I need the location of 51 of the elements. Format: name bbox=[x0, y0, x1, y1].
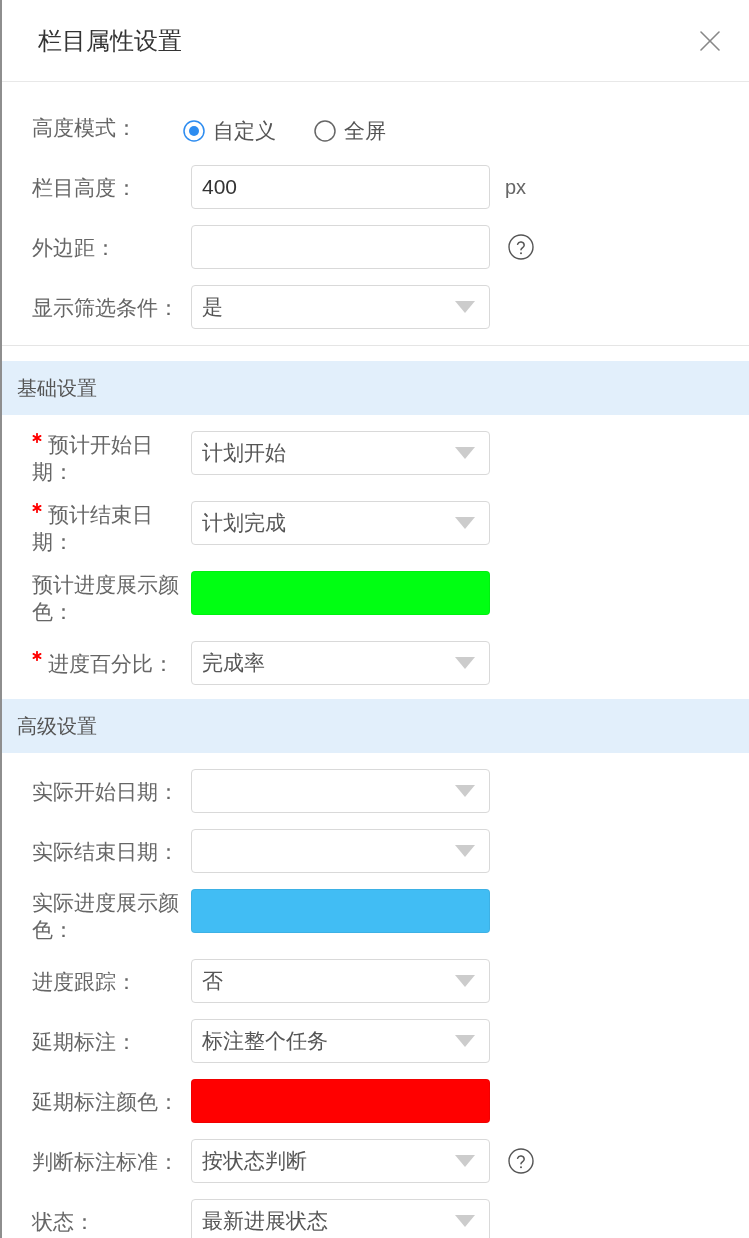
help-icon[interactable] bbox=[508, 1148, 534, 1174]
close-icon bbox=[700, 30, 720, 51]
caret-down-icon bbox=[455, 301, 475, 313]
field-label: 状态： bbox=[32, 1209, 95, 1233]
section-header: 基础设置 bbox=[2, 361, 749, 415]
field-label: 判断标注标准： bbox=[32, 1149, 179, 1173]
field-label: 实际结束日期： bbox=[32, 839, 179, 863]
section-header: 高级设置 bbox=[2, 699, 749, 753]
caret-down-icon bbox=[455, 1155, 475, 1167]
help-icon[interactable] bbox=[508, 234, 534, 260]
field-label: 进度百分比： bbox=[48, 651, 174, 675]
select-field[interactable]: 标注整个任务 bbox=[191, 1019, 490, 1063]
text-input[interactable]: 400 bbox=[191, 165, 490, 209]
field-label: 显示筛选条件： bbox=[32, 295, 179, 319]
field-label: 高度模式： bbox=[32, 115, 137, 139]
select-field[interactable]: 最新进展状态 bbox=[191, 1199, 490, 1238]
unit-label: px bbox=[505, 175, 527, 199]
radio-option[interactable]: 自定义 bbox=[183, 117, 276, 145]
select-field[interactable] bbox=[191, 829, 490, 873]
field-label: 预计开始日期： bbox=[32, 433, 153, 483]
select-field[interactable]: 计划开始 bbox=[191, 431, 490, 475]
caret-down-icon bbox=[455, 1215, 475, 1227]
field-label: 实际进度展示颜色： bbox=[32, 891, 179, 941]
select-field[interactable]: 按状态判断 bbox=[191, 1139, 490, 1183]
field-label: 延期标注： bbox=[32, 1029, 137, 1053]
field-label: 预计结束日期： bbox=[32, 503, 153, 553]
caret-down-icon bbox=[455, 517, 475, 529]
select-field[interactable]: 否 bbox=[191, 959, 490, 1003]
field-label: 进度跟踪： bbox=[32, 969, 137, 993]
close-button[interactable] bbox=[698, 28, 722, 53]
color-picker-field[interactable] bbox=[191, 1079, 490, 1123]
text-input[interactable] bbox=[191, 225, 490, 269]
caret-down-icon bbox=[455, 447, 475, 459]
select-field[interactable] bbox=[191, 769, 490, 813]
field-label: 栏目高度： bbox=[32, 175, 137, 199]
select-field[interactable]: 完成率 bbox=[191, 641, 490, 685]
caret-down-icon bbox=[455, 1035, 475, 1047]
caret-down-icon bbox=[455, 657, 475, 669]
drawer-title: 栏目属性设置 bbox=[38, 25, 182, 56]
field-label: 延期标注颜色： bbox=[32, 1089, 179, 1113]
caret-down-icon bbox=[455, 785, 475, 797]
field-label: 外边距： bbox=[32, 235, 116, 259]
field-label: 预计进度展示颜色： bbox=[32, 573, 179, 623]
color-picker-field[interactable] bbox=[191, 571, 490, 615]
radio-option[interactable]: 全屏 bbox=[314, 117, 386, 145]
select-field[interactable]: 计划完成 bbox=[191, 501, 490, 545]
select-field[interactable]: 是 bbox=[191, 285, 490, 329]
caret-down-icon bbox=[455, 975, 475, 987]
caret-down-icon bbox=[455, 845, 475, 857]
color-picker-field[interactable] bbox=[191, 889, 490, 933]
field-label: 实际开始日期： bbox=[32, 779, 179, 803]
